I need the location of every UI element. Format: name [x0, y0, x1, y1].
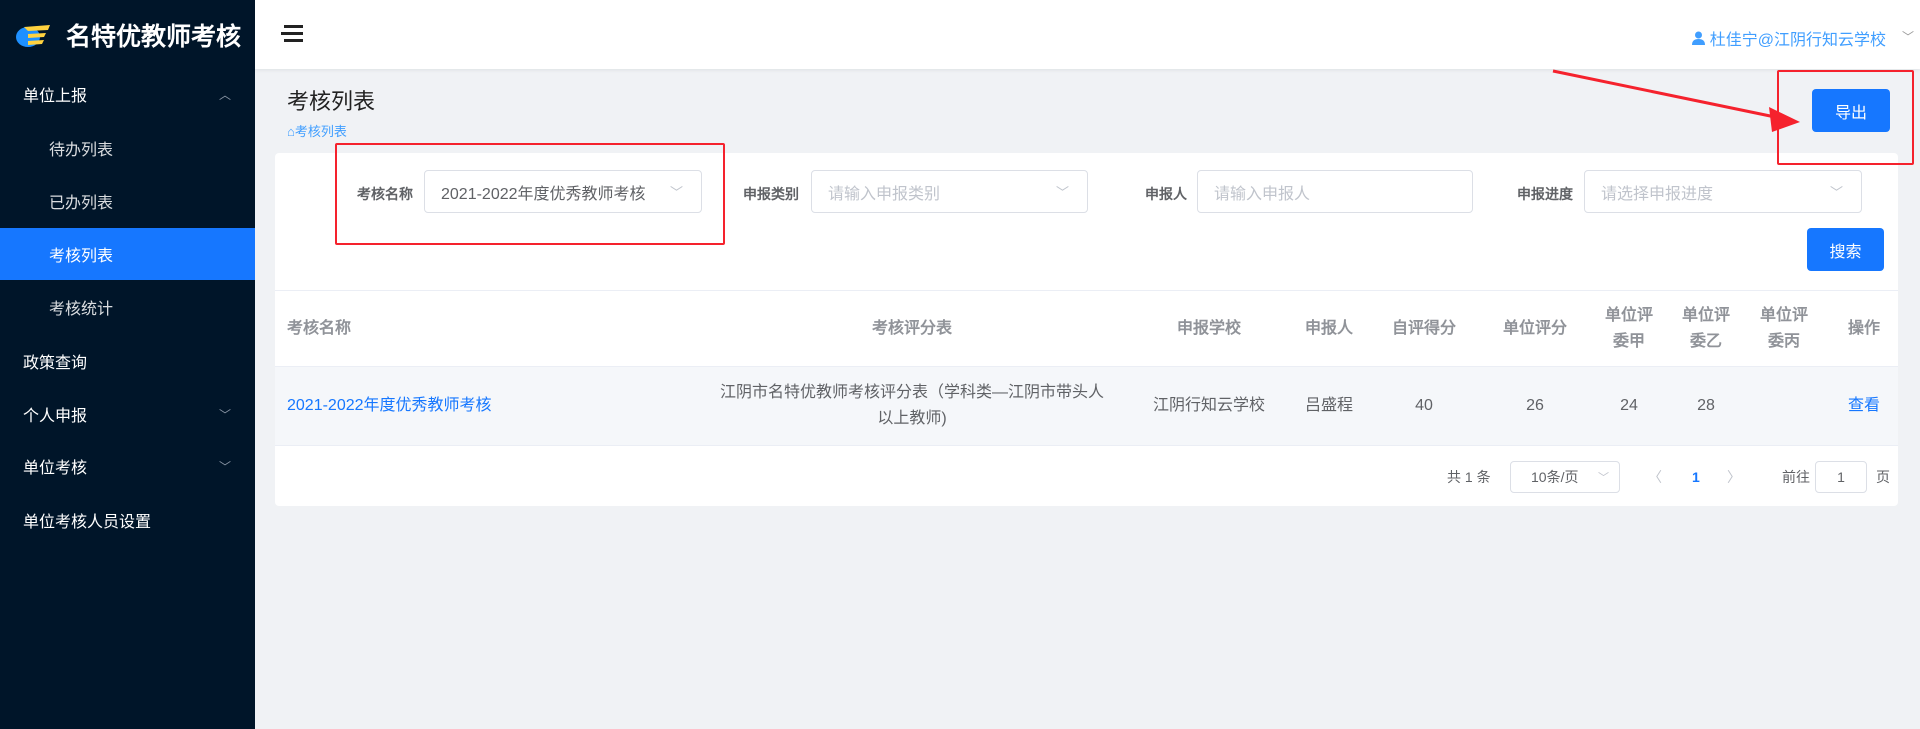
- judge-c-cell: [1759, 367, 1809, 445]
- user-icon: [1691, 31, 1705, 45]
- sidebar-item-unit-report[interactable]: 单位上报 ︿: [0, 68, 255, 120]
- filter-name-label: 考核名称: [357, 186, 413, 202]
- sidebar-item-label: 单位考核: [23, 460, 88, 477]
- self-score-cell: 40: [1415, 397, 1433, 414]
- col-judge-b: 单位评委乙: [1681, 306, 1730, 350]
- pagination: 共 1 条 10条/页 ﹀ 〈 1 〉 前往 1 页: [275, 461, 1898, 493]
- prev-page-button[interactable]: 〈: [1648, 461, 1662, 493]
- page-suffix: 页: [1876, 469, 1890, 485]
- breadcrumb-label: 考核列表: [294, 124, 347, 139]
- col-name: 考核名称: [287, 319, 352, 337]
- chevron-down-icon: ﹀: [1598, 472, 1609, 484]
- col-judge-c: 单位评委丙: [1759, 306, 1808, 350]
- col-judge-a: 单位评委甲: [1604, 306, 1653, 350]
- sidebar-item-label: 单位上报: [23, 88, 88, 105]
- page-size-select[interactable]: 10条/页 ﹀: [1510, 461, 1620, 493]
- sidebar-item-unit-review[interactable]: 单位考核 ﹀: [0, 440, 255, 492]
- chevron-down-icon: ﹀: [218, 459, 231, 474]
- chevron-down-icon: ﹀: [1829, 185, 1843, 200]
- sidebar-item-review-stats[interactable]: 考核统计: [0, 281, 255, 333]
- sidebar: 名特优教师考核 单位上报 ︿ 待办列表 已办列表 考核列表 考核统计 政策查询 个…: [0, 0, 255, 729]
- col-unit-score: 单位评分: [1502, 319, 1567, 337]
- chevron-down-icon[interactable]: ﹀: [1902, 28, 1914, 45]
- table-row: 2021-2022年度优秀教师考核 江阴市名特优教师考核评分表（学科类—江阴市带…: [275, 367, 1898, 446]
- page-number-1[interactable]: 1: [1692, 461, 1700, 493]
- logo-icon: [16, 24, 50, 47]
- placeholder: 请输入申报类别: [828, 185, 941, 203]
- sidebar-item-label: 个人申报: [23, 408, 88, 425]
- filter-applicant-label: 申报人: [1145, 186, 1187, 202]
- progress-select[interactable]: 请选择申报进度 ﹀: [1584, 170, 1862, 213]
- page-size-value: 10条/页: [1531, 469, 1579, 485]
- view-link[interactable]: 查看: [1830, 367, 1898, 445]
- col-self-score: 自评得分: [1391, 319, 1456, 337]
- collapse-menu-icon[interactable]: [281, 25, 303, 43]
- unit-score-cell: 26: [1526, 397, 1544, 414]
- placeholder: 请选择申报进度: [1601, 185, 1714, 203]
- review-table: 考核名称 考核评分表 申报学校 申报人 自评得分 单位评分 单位评委甲 单位评委…: [275, 290, 1898, 446]
- sidebar-item-todo[interactable]: 待办列表: [0, 122, 255, 174]
- goto-page-input[interactable]: 1: [1815, 461, 1867, 493]
- list-card: 考核名称 2021-2022年度优秀教师考核 ﹀ 申报类别 请输入申报类别 ﹀ 申报…: [275, 153, 1898, 506]
- next-page-button[interactable]: 〉: [1727, 461, 1741, 493]
- chevron-down-icon: ﹀: [669, 185, 683, 200]
- breadcrumb[interactable]: ⌂考核列表: [287, 121, 347, 140]
- sidebar-item-review-list[interactable]: 考核列表: [0, 228, 255, 280]
- total-count: 共 1 条: [1447, 469, 1491, 485]
- export-button[interactable]: 导出: [1812, 89, 1890, 132]
- logo: 名特优教师考核: [0, 0, 255, 69]
- school-cell: 江阴行知云学校: [1152, 397, 1265, 414]
- table-header: 考核名称 考核评分表 申报学校 申报人 自评得分 单位评分 单位评委甲 单位评委…: [275, 290, 1898, 367]
- goto-label: 前往: [1782, 469, 1810, 485]
- filter-progress-label: 申报进度: [1517, 186, 1573, 202]
- sidebar-item-label: 待办列表: [49, 142, 114, 159]
- judge-b-cell: 28: [1697, 397, 1715, 414]
- review-name-select[interactable]: 2021-2022年度优秀教师考核 ﹀: [424, 170, 702, 213]
- top-header: 杜佳宁@江阴行知云学校 ﹀: [255, 0, 1920, 69]
- applicant-input[interactable]: 请输入申报人: [1197, 170, 1473, 213]
- judge-a-cell: 24: [1620, 397, 1638, 414]
- col-action: 操作: [1847, 319, 1880, 337]
- home-icon: ⌂: [287, 124, 295, 139]
- sidebar-item-reviewer-settings[interactable]: 单位考核人员设置: [0, 494, 255, 546]
- sidebar-item-label: 考核统计: [49, 301, 114, 318]
- sidebar-item-policy[interactable]: 政策查询: [0, 335, 255, 387]
- form-cell: 江阴市名特优教师考核评分表（学科类—江阴市带头人以上教师): [719, 384, 1104, 427]
- col-form: 考核评分表: [871, 319, 952, 337]
- sidebar-item-label: 单位考核人员设置: [23, 514, 152, 531]
- user-name: 杜佳宁@江阴行知云学校: [1709, 32, 1886, 49]
- review-name-link[interactable]: 2021-2022年度优秀教师考核: [287, 367, 492, 445]
- user-menu[interactable]: 杜佳宁@江阴行知云学校: [1691, 26, 1886, 50]
- sidebar-item-done[interactable]: 已办列表: [0, 175, 255, 227]
- applicant-cell: 吕盛程: [1304, 397, 1353, 414]
- sidebar-item-personal[interactable]: 个人申报 ﹀: [0, 388, 255, 440]
- chevron-down-icon: ﹀: [1055, 185, 1069, 200]
- chevron-down-icon: ﹀: [218, 407, 231, 422]
- sidebar-item-label: 考核列表: [49, 248, 114, 265]
- filter-type-label: 申报类别: [743, 186, 799, 202]
- sidebar-item-label: 已办列表: [49, 195, 114, 212]
- select-value: 2021-2022年度优秀教师考核: [441, 185, 646, 203]
- placeholder: 请输入申报人: [1214, 185, 1311, 203]
- type-select[interactable]: 请输入申报类别 ﹀: [811, 170, 1088, 213]
- app-title: 名特优教师考核: [66, 22, 242, 51]
- sidebar-item-label: 政策查询: [23, 355, 88, 372]
- search-button[interactable]: 搜索: [1807, 228, 1884, 271]
- col-school: 申报学校: [1176, 319, 1241, 337]
- col-applicant: 申报人: [1304, 319, 1353, 337]
- chevron-up-icon: ︿: [218, 87, 231, 102]
- page-title: 考核列表: [287, 89, 376, 114]
